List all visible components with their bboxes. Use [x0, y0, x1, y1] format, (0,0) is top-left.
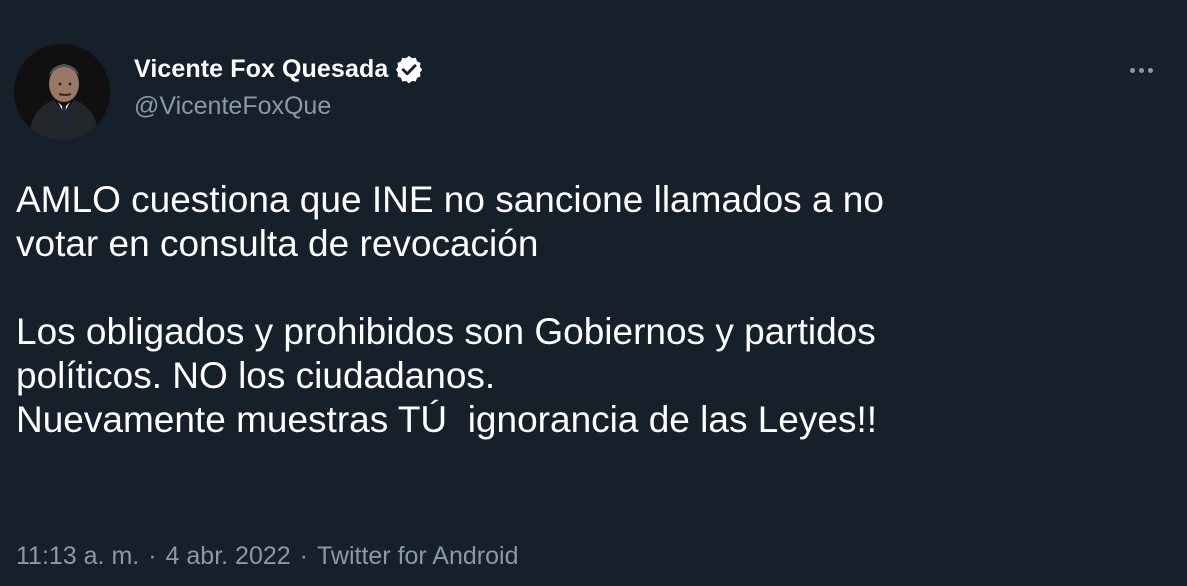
tweet-meta: 11:13 a. m. · 4 abr. 2022 · Twitter for …: [16, 542, 518, 571]
meta-separator: ·: [299, 542, 308, 570]
more-dot: [1147, 67, 1153, 73]
avatar[interactable]: [14, 44, 110, 140]
tweet-header: Vicente Fox Quesada @VicenteFoxQue: [14, 44, 1167, 140]
tweet-source[interactable]: Twitter for Android: [317, 542, 518, 571]
tweet-time[interactable]: 11:13 a. m.: [16, 542, 139, 571]
tweet-date[interactable]: 4 abr. 2022: [166, 542, 291, 571]
tweet-card: Vicente Fox Quesada @VicenteFoxQue AMLO …: [0, 0, 1187, 586]
meta-separator: ·: [148, 542, 157, 570]
verified-badge-icon: [394, 54, 424, 84]
more-dot: [1129, 67, 1135, 73]
more-dot: [1138, 67, 1144, 73]
display-name-row: Vicente Fox Quesada: [134, 50, 424, 88]
author-handle[interactable]: @VicenteFoxQue: [134, 92, 424, 121]
tweet-text: AMLO cuestiona que INE no sancione llama…: [16, 179, 884, 440]
author-names: Vicente Fox Quesada @VicenteFoxQue: [134, 50, 424, 121]
more-options-icon[interactable]: [1123, 58, 1159, 82]
display-name[interactable]: Vicente Fox Quesada: [134, 55, 388, 84]
